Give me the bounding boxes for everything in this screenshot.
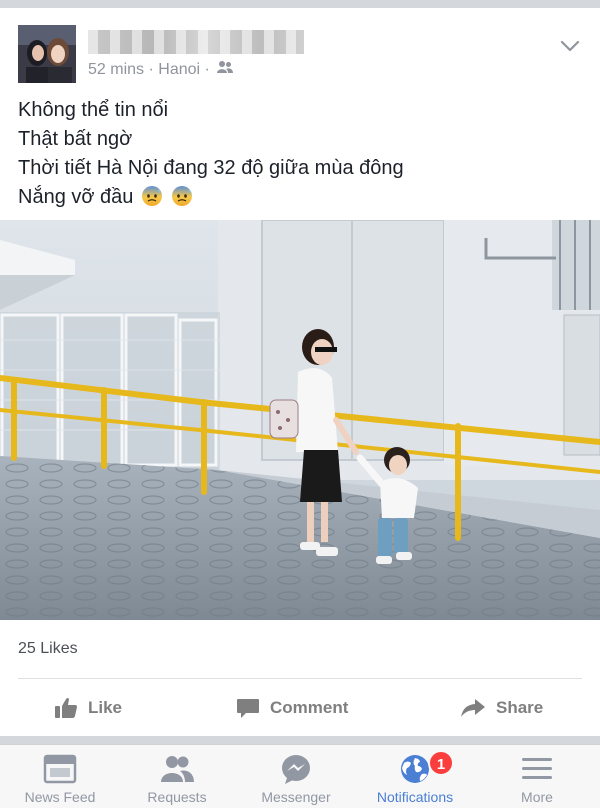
menu-icon xyxy=(522,758,552,779)
like-button[interactable]: Like xyxy=(54,686,122,730)
share-arrow-icon xyxy=(461,699,485,717)
post-text-line: Nắng vỡ đầu xyxy=(18,186,134,208)
messenger-icon xyxy=(282,755,310,784)
top-separator xyxy=(0,0,600,8)
tab-label: Requests xyxy=(147,789,207,805)
tabbar-separator xyxy=(0,736,600,744)
tab-label: Notifications xyxy=(376,789,454,805)
avatar[interactable] xyxy=(18,25,76,83)
tab-label: More xyxy=(521,789,553,805)
tab-requests[interactable]: Requests xyxy=(117,745,237,808)
post-card: 52 mins · Hanoi · Không thể tin nổi Thật… xyxy=(0,8,600,736)
comment-button[interactable]: Comment xyxy=(236,686,348,730)
post-text-line: Thật bất ngờ xyxy=(18,128,133,150)
tab-notifications[interactable]: Notifications xyxy=(355,745,475,808)
thumbs-up-icon xyxy=(55,698,77,718)
post-location[interactable]: Hanoi xyxy=(158,61,200,79)
anxious-face-emoji-icon xyxy=(171,185,193,207)
likes-count[interactable]: 25 Likes xyxy=(18,640,78,658)
post-actions: Like Comment Share xyxy=(0,686,600,730)
news-feed-icon xyxy=(43,754,77,784)
tab-label: News Feed xyxy=(24,789,96,805)
tab-news-feed[interactable]: News Feed xyxy=(0,745,120,808)
tab-bar: News Feed Requests Messenger Notificatio… xyxy=(0,744,600,808)
post-time[interactable]: 52 mins xyxy=(88,61,144,79)
meta-separator-2: · xyxy=(204,60,210,78)
divider xyxy=(18,678,582,679)
anxious-face-emoji-icon xyxy=(141,185,163,207)
share-label: Share xyxy=(496,698,544,717)
post-text-line-last: Nắng vỡ đầu xyxy=(18,183,588,212)
post-meta: 52 mins · Hanoi · xyxy=(88,60,234,79)
post-photo[interactable] xyxy=(0,220,600,620)
tab-label: Messenger xyxy=(261,789,331,805)
meta-separator: · xyxy=(148,60,154,78)
friends-icon xyxy=(217,60,234,79)
requests-icon xyxy=(161,756,194,782)
post-text-line: Thời tiết Hà Nội đang 32 độ giữa mùa đôn… xyxy=(18,157,404,179)
post-text: Không thể tin nổi Thật bất ngờ Thời tiết… xyxy=(18,96,588,212)
chevron-down-icon[interactable] xyxy=(560,36,580,56)
globe-icon xyxy=(401,755,429,783)
post-header: 52 mins · Hanoi · xyxy=(0,8,600,88)
author-name-redacted[interactable] xyxy=(88,30,304,54)
post-text-line: Không thể tin nổi xyxy=(18,99,169,121)
comment-label: Comment xyxy=(270,698,349,717)
share-button[interactable]: Share xyxy=(460,686,543,730)
tab-more[interactable]: More xyxy=(477,745,597,808)
tab-messenger[interactable]: Messenger xyxy=(236,745,356,808)
comment-bubble-icon xyxy=(237,699,259,718)
like-label: Like xyxy=(88,698,123,717)
notification-badge: 1 xyxy=(428,750,454,776)
